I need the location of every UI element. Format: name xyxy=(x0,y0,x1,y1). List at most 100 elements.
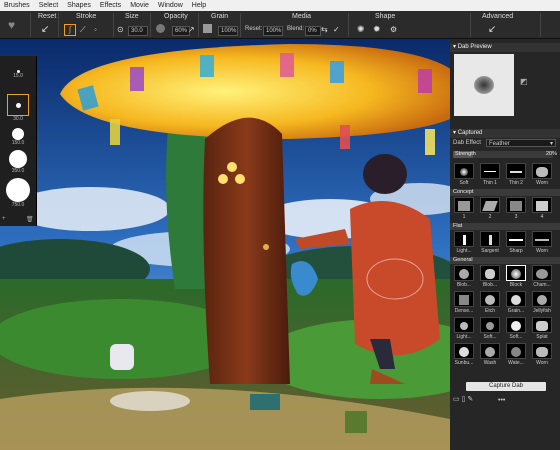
dab-thumbnail xyxy=(532,231,552,247)
dab-thumbnail xyxy=(532,163,552,179)
dab-3d-icon[interactable]: ◩ xyxy=(520,77,528,86)
dab-soft[interactable]: Soft xyxy=(452,163,476,187)
category-concept[interactable]: Concept xyxy=(450,189,560,196)
dab-worn-2[interactable]: Worn xyxy=(530,343,554,367)
dab-thumbnail xyxy=(532,265,552,281)
import-dab-icon[interactable]: ▯ xyxy=(462,396,466,403)
dab-thumbnail xyxy=(506,231,526,247)
dab-chameleon[interactable]: Cham... xyxy=(530,265,554,289)
separator xyxy=(348,13,349,37)
opacity-link-icon[interactable]: ↗ xyxy=(188,25,195,35)
dab-shape-icon[interactable]: ✺ xyxy=(357,24,365,34)
dab-thumbnail xyxy=(454,291,474,307)
dab-grain[interactable]: Grain... xyxy=(504,291,528,315)
dab-label: Worn xyxy=(536,180,548,186)
dab-soft-2[interactable]: Soft... xyxy=(478,317,502,341)
dab-thumbnail xyxy=(480,197,500,213)
dab-label: Soft... xyxy=(483,334,497,340)
dab-effect-select[interactable]: Feather ▾ xyxy=(486,139,556,147)
dab-blob-1[interactable]: Blob... xyxy=(452,265,476,289)
dab-soft-3[interactable]: Soft... xyxy=(504,317,528,341)
grain-icon xyxy=(203,24,212,33)
reset-brush-icon[interactable]: ↙ xyxy=(41,25,49,35)
menu-help[interactable]: Help xyxy=(192,2,206,9)
dab-thin-1[interactable]: Thin 1 xyxy=(478,163,502,187)
dab-thumbnail xyxy=(480,317,500,333)
dab-label: Dense... xyxy=(454,308,474,314)
dab-label: Wate... xyxy=(508,360,524,366)
menu-window[interactable]: Window xyxy=(158,2,183,9)
dab-jellyfish[interactable]: Jellyfish xyxy=(530,291,554,315)
menu-brushes[interactable]: Brushes xyxy=(4,2,30,9)
size-field[interactable]: 30.0 xyxy=(128,26,148,36)
separator xyxy=(58,13,59,37)
dab-splat[interactable]: Splat xyxy=(530,317,554,341)
dab-concept-1[interactable]: 1 xyxy=(452,197,476,221)
dab-thumbnail xyxy=(480,265,500,281)
shape-options-icon[interactable]: ⚙ xyxy=(390,25,397,35)
dab-thumbnail xyxy=(506,265,526,281)
dab-blob-2[interactable]: Blob... xyxy=(478,265,502,289)
media-sync-icon[interactable]: ⇆ xyxy=(321,25,328,35)
dab-concept-4[interactable]: 4 xyxy=(530,197,554,221)
dab-label: Wash xyxy=(483,360,497,366)
menu-select[interactable]: Select xyxy=(39,2,58,9)
advanced-label: Advanced xyxy=(482,13,514,20)
dab-label: Blob... xyxy=(482,282,498,288)
menu-bar: Brushes Select Shapes Effects Movie Wind… xyxy=(0,0,560,11)
size-preset-350[interactable]: 350.0 xyxy=(0,150,36,174)
size-preset-750[interactable]: 750.0 xyxy=(0,178,36,208)
freehand-stroke-icon[interactable]: ∫ xyxy=(64,24,76,36)
size-preset-30[interactable]: 30.0 xyxy=(0,94,36,122)
dab-sharp[interactable]: Sharp xyxy=(504,231,528,255)
dab-label: Light... xyxy=(456,334,472,340)
opacity-label: Opacity xyxy=(164,13,188,20)
straight-line-icon[interactable]: ⟋ xyxy=(80,25,86,35)
dab-worn[interactable]: Worn xyxy=(530,163,554,187)
dab-thumbnail xyxy=(532,291,552,307)
advanced-brush-icon[interactable]: ↙ xyxy=(488,25,496,35)
dab-sargent[interactable]: Sargent xyxy=(478,231,502,255)
dab-flat-worn[interactable]: Worn xyxy=(530,231,554,255)
menu-shapes[interactable]: Shapes xyxy=(67,2,91,9)
dab-etch[interactable]: Etch xyxy=(478,291,502,315)
dab-concept-3[interactable]: 3 xyxy=(504,197,528,221)
separator xyxy=(540,13,541,37)
add-preset-icon[interactable]: + xyxy=(2,216,6,222)
new-dab-icon[interactable]: ▭ xyxy=(453,396,460,403)
dab-thumbnail xyxy=(532,197,552,213)
trash-icon[interactable]: 🗑 xyxy=(26,216,34,223)
dab-concept-2[interactable]: 2 xyxy=(478,197,502,221)
dab-dense[interactable]: Dense... xyxy=(452,291,476,315)
captured-title: Captured xyxy=(457,130,483,136)
separator xyxy=(30,13,31,37)
dab-sunburst[interactable]: Sunbu... xyxy=(452,343,476,367)
strength-slider[interactable]: Strength 20% xyxy=(453,151,557,158)
dab-light[interactable]: Light... xyxy=(452,231,476,255)
media-blend-field[interactable]: 0% xyxy=(305,26,321,36)
dab-block[interactable]: Block xyxy=(504,265,528,289)
dab-watercolor[interactable]: Wate... xyxy=(504,343,528,367)
capture-dab-button[interactable]: Capture Dab xyxy=(466,382,546,391)
media-blend-label: Blend: xyxy=(287,26,305,32)
dab-label: Worn xyxy=(536,248,548,254)
media-dirty-icon[interactable]: ✓ xyxy=(333,25,340,35)
dab-wash[interactable]: Wash xyxy=(478,343,502,367)
strength-value: 20% xyxy=(545,151,557,157)
size-preset-150[interactable]: 150.0 xyxy=(0,128,36,146)
menu-effects[interactable]: Effects xyxy=(100,2,121,9)
grain-field[interactable]: 100% xyxy=(218,26,238,36)
stroke-options-icon[interactable]: ◦ xyxy=(94,25,97,35)
category-general[interactable]: General xyxy=(450,257,560,264)
dab-captured-icon[interactable]: ✹ xyxy=(373,24,381,34)
dab-light-2[interactable]: Light... xyxy=(452,317,476,341)
more-icon[interactable]: ••• xyxy=(498,397,505,404)
property-bar: ♥ Reset ↙ Stroke ∫ ⟋ ◦ Size ⊙ 30.0 Opaci… xyxy=(0,11,560,39)
media-reset-field[interactable]: 100% xyxy=(263,26,283,36)
edit-dab-icon[interactable]: ✎ xyxy=(467,396,473,403)
size-preset-15[interactable]: 15.0 xyxy=(0,70,36,79)
category-flat[interactable]: Flat xyxy=(450,223,560,230)
heart-icon[interactable]: ♥ xyxy=(8,19,15,31)
menu-movie[interactable]: Movie xyxy=(130,2,149,9)
dab-thin-2[interactable]: Thin 2 xyxy=(504,163,528,187)
